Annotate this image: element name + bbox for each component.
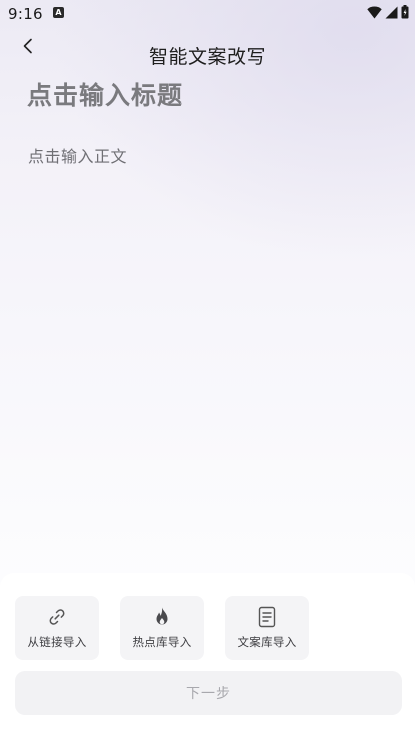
import-from-trending-button[interactable]: 热点库导入 bbox=[120, 596, 204, 660]
document-icon bbox=[256, 606, 278, 628]
status-icons bbox=[367, 5, 409, 19]
import-from-library-label: 文案库导入 bbox=[237, 635, 297, 649]
import-from-library-button[interactable]: 文案库导入 bbox=[225, 596, 309, 660]
next-button[interactable]: 下一步 bbox=[15, 671, 402, 715]
bottom-panel: 从链接导入 热点库导入 文案库导入 下一步 bbox=[0, 573, 415, 737]
flame-icon bbox=[151, 606, 173, 628]
a-badge-icon: A bbox=[53, 7, 64, 18]
link-icon bbox=[46, 606, 68, 628]
signal-icon bbox=[385, 6, 398, 19]
import-options: 从链接导入 热点库导入 文案库导入 bbox=[15, 596, 309, 660]
import-from-link-label: 从链接导入 bbox=[27, 635, 87, 649]
battery-icon bbox=[401, 5, 409, 19]
import-from-link-button[interactable]: 从链接导入 bbox=[15, 596, 99, 660]
page-title: 智能文案改写 bbox=[148, 46, 266, 68]
title-input[interactable]: 点击输入标题 bbox=[27, 76, 387, 112]
import-from-trending-label: 热点库导入 bbox=[132, 635, 192, 649]
status-bar: 9:16 A bbox=[0, 0, 415, 28]
body-input[interactable]: 点击输入正文 bbox=[28, 143, 388, 167]
status-time: 9:16 bbox=[8, 5, 43, 23]
wifi-icon bbox=[367, 6, 382, 19]
